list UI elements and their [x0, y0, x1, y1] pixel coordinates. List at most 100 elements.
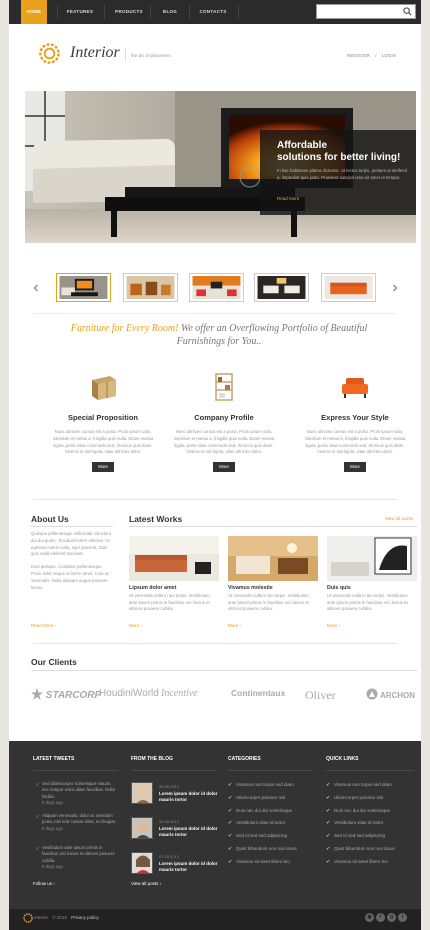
nav-home[interactable]: HOME [21, 0, 47, 24]
check-icon: ✔ [326, 794, 331, 801]
quick-link[interactable]: ✔ Vivamus non turpis sed diam [326, 782, 395, 795]
footer-copyright: Interior © 2012 Privacy policy [34, 915, 99, 920]
slider-thumb-5[interactable] [321, 273, 376, 302]
check-icon: ✔ [228, 833, 233, 840]
search-icon[interactable] [403, 7, 412, 16]
category-link[interactable]: ✔ Sed id sed sed adipiscing [228, 833, 297, 846]
work-title[interactable]: Lipsum dolor amet [129, 585, 219, 591]
logo-icon[interactable] [38, 42, 61, 65]
intro-headline: Furniture for Every Room! We offer an Ov… [70, 323, 368, 347]
work-3-more-link[interactable]: More › [327, 623, 340, 628]
category-link[interactable]: ✔ Vivamus sit amet libero leo [228, 859, 297, 872]
work-image[interactable] [327, 536, 417, 581]
client-logo-incentive[interactable]: Incentive [161, 688, 198, 704]
client-logo-archon[interactable]: ARCHON [366, 688, 415, 704]
work-title[interactable]: Vivamus molestie [228, 585, 318, 591]
nav-blog[interactable]: BLOG [153, 0, 187, 24]
blog-post-title[interactable]: Lorem ipsum dolor id dolor mauris tortor [159, 826, 219, 838]
feature-more-button[interactable]: More [92, 462, 114, 473]
category-link[interactable]: ✔ Quist bibendum non non lacus [228, 846, 297, 859]
quick-link[interactable]: ✔ Ullamcorper pulvinar nisl [326, 795, 395, 808]
account-links: REGISTER / LOGIN [347, 53, 396, 58]
author-avatar [131, 782, 153, 804]
view-all-posts-link[interactable]: View all posts › [131, 881, 161, 886]
quick-link[interactable]: ✔ Duis nec dui dui scelerisque [326, 808, 395, 821]
client-logo-continentaux[interactable]: Continentaux [231, 688, 285, 704]
slider-thumb-4[interactable] [254, 273, 309, 302]
feature-more-button[interactable]: More [344, 462, 366, 473]
work-image[interactable] [129, 536, 219, 581]
blog-post: 06.05.2012 Lorem ipsum dolor id dolor ma… [131, 817, 219, 843]
login-link[interactable]: LOGIN [382, 53, 396, 58]
work-item-1: Lipsum dolor amet Ut venenatis nulla in … [129, 536, 219, 613]
facebook-icon[interactable]: f [376, 913, 385, 922]
clients-title: Our Clients [31, 657, 77, 667]
slider-thumb-2[interactable] [123, 273, 178, 302]
register-link[interactable]: REGISTER [347, 53, 370, 58]
work-2-more-link[interactable]: More › [228, 623, 241, 628]
tweet: Sed ullamcorper scelerisque mauris, nec … [33, 781, 118, 807]
client-logo-oliver[interactable]: Oliver [305, 688, 336, 704]
blog-post-title[interactable]: Lorem ipsum dolor id dolor mauris tortor [159, 861, 219, 873]
google-icon[interactable]: g [387, 913, 396, 922]
quick-link[interactable]: ✔ Vestibulum vitae id tortor [326, 820, 395, 833]
work-thumbnail [327, 536, 417, 581]
quick-links-list: ✔ Vivamus non turpis sed diam ✔ Ullamcorpe… [326, 782, 395, 872]
quick-link[interactable]: ✔ Sed id sed sed adipiscing [326, 833, 395, 846]
quick-link[interactable]: ✔ Quist bibendum non non lacus [326, 846, 395, 859]
check-icon: ✔ [228, 782, 233, 788]
twitter-bird-icon [33, 814, 39, 819]
work-title[interactable]: Duis quis [327, 585, 417, 591]
nav-products[interactable]: PRODUCTS [109, 0, 149, 24]
search-input[interactable] [316, 4, 416, 19]
category-link[interactable]: ✔ Vivamus non turpis sed diam [228, 782, 297, 795]
blog-post: 05.06.2012 Lorem ipsum dolor id dolor ma… [131, 782, 219, 808]
nav-features[interactable]: FEATURES [61, 0, 99, 24]
tweet: Vestibulum ante ipsum primis in faucibus… [33, 845, 118, 871]
thumb-image [257, 276, 306, 299]
category-link[interactable]: ✔ Vestibulum vitae id tortor [228, 820, 297, 833]
page: HOME FEATURES PRODUCTS BLOG CONTACTS Int… [9, 0, 421, 930]
slider-thumb-1[interactable] [56, 273, 111, 302]
twitter-bird-icon [33, 846, 39, 851]
quick-link[interactable]: ✔ Vivamus sit amet libero leo [326, 859, 395, 872]
thumb-image [324, 276, 373, 299]
rss-icon[interactable]: ◉ [365, 913, 374, 922]
thumb-image [126, 276, 175, 299]
slider-next-arrow-icon[interactable] [391, 284, 399, 292]
category-link[interactable]: ✔ Duis nec dui dui scelerisque [228, 808, 297, 821]
footer-logo-icon[interactable] [23, 913, 33, 923]
twitter-icon[interactable]: t [398, 913, 407, 922]
hero-read-more-link[interactable]: Read More [277, 196, 299, 201]
logo-text[interactable]: Interior [70, 44, 120, 62]
check-icon: ✔ [228, 858, 233, 865]
blog-post-title[interactable]: Lorem ipsum dolor id dolor mauris tortor [159, 791, 219, 803]
client-logo-houdiniworld[interactable]: HoudiniWorld [99, 688, 159, 704]
slider-thumb-3[interactable] [189, 273, 244, 302]
view-all-works-link[interactable]: View all works [385, 516, 413, 521]
about-text: Quisque pellentesque sollicitudin tincid… [31, 531, 111, 590]
slider-prev-arrow-icon[interactable] [32, 284, 40, 292]
feature-more-button[interactable]: More [213, 462, 235, 473]
feature-company-profile: Company Profile Nunc ultricies cursus es… [169, 372, 279, 473]
blog-post: 07.05.2012 Lorem ipsum dolor id dolor ma… [131, 852, 219, 878]
work-image[interactable] [228, 536, 318, 581]
follow-us-link[interactable]: Follow us › [33, 881, 55, 886]
feature-title: Express Your Style [321, 413, 389, 422]
check-icon: ✔ [228, 794, 233, 801]
work-thumbnail [228, 536, 318, 581]
work-1-more-link[interactable]: More › [129, 623, 142, 628]
check-icon: ✔ [326, 833, 331, 840]
nav-contacts[interactable]: CONTACTS [193, 0, 233, 24]
work-item-2: Vivamus molestie Ut venenatis nulla in l… [228, 536, 318, 613]
client-logo-starcorp[interactable]: STARCORP [31, 688, 101, 704]
about-read-more-link[interactable]: Read More › [31, 623, 56, 628]
privacy-policy-link[interactable]: Privacy policy [71, 915, 99, 920]
footer-tweets-title: LATEST TWEETS [33, 756, 75, 762]
tweet: Aliquam venenatis, dolor ac interdum por… [33, 813, 118, 832]
check-icon: ✔ [228, 845, 233, 852]
work-item-3: Duis quis Ut venenatis nulla in leo turp… [327, 536, 417, 613]
feature-title: Company Profile [194, 413, 254, 422]
about-title: About Us [31, 514, 69, 524]
category-link[interactable]: ✔ Ullamcorper pulvinar nisl [228, 795, 297, 808]
